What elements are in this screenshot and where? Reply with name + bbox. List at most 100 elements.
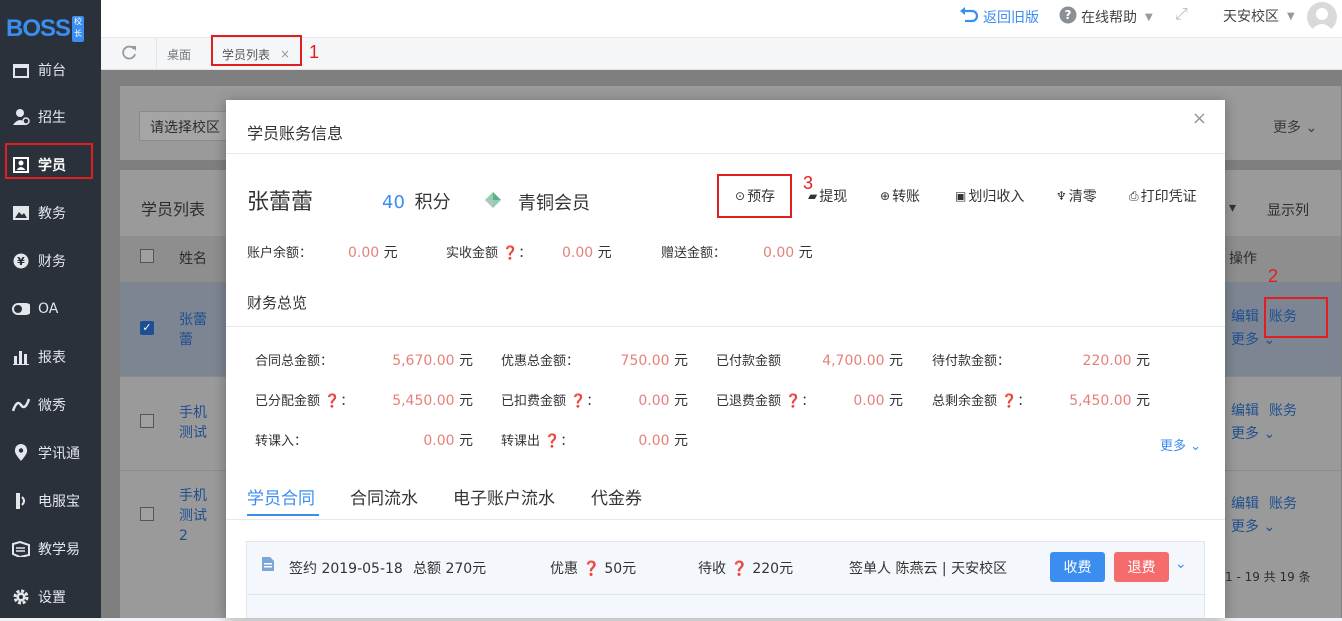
overview-label: 已分配金额 ❓： (255, 394, 354, 409)
avatar[interactable] (1307, 2, 1337, 32)
unit: 元 (674, 433, 688, 449)
help-icon: ❓ (570, 394, 587, 409)
help-icon: ❓ (1001, 394, 1018, 409)
amount: 0.00 (423, 433, 455, 449)
sidebar-item-settings[interactable]: 设置 (0, 573, 101, 621)
sidebar-item-dianfubao[interactable]: 电服宝 (0, 477, 101, 525)
label-text: 转课出 (501, 434, 541, 449)
campus-label: 天安校区 (1223, 9, 1279, 25)
contract-signer: 签单人 陈燕云 | 天安校区 (849, 561, 1008, 577)
annotation-label-2: 2 (1268, 266, 1279, 286)
overview-value: 0.00 元 (819, 390, 903, 410)
row-edit-link[interactable]: 编辑 (1231, 400, 1259, 420)
back-old-version-link[interactable]: 返回旧版 (959, 6, 1039, 28)
tab-e-account-flow[interactable]: 电子账户流水 (453, 484, 555, 509)
overview-value: 5,670.00 元 (389, 350, 473, 370)
sidebar-item-students[interactable]: 学员 (0, 141, 101, 189)
amount: 0.00 (763, 245, 795, 261)
sidebar-item-finance[interactable]: ¥ 财务 (0, 237, 101, 285)
collapse-caret[interactable]: ▾ (1229, 200, 1236, 216)
refund-button[interactable]: 退费 (1114, 552, 1169, 582)
sidebar-item-teaching[interactable]: 教务 (0, 189, 101, 237)
tab-voucher[interactable]: 代金券 (591, 484, 642, 509)
divider (226, 519, 1225, 520)
close-icon[interactable]: × (1192, 108, 1207, 129)
received-value: 0.00 元 (562, 242, 612, 262)
select-all-checkbox[interactable] (140, 249, 154, 263)
amount: 50元 (604, 561, 637, 577)
overview-label: 合同总金额： (255, 354, 334, 369)
chevron-down-icon[interactable]: ⌄ (1175, 556, 1187, 572)
sidebar-item-label: 教学易 (38, 542, 80, 558)
student-name-link[interactable]: 张蕾蕾 (179, 310, 209, 350)
campus-select[interactable]: 请选择校区 (139, 111, 229, 141)
top-bar: 返回旧版 ? 在线帮助 ▼ ⤢ 天安校区 ▼ (101, 0, 1342, 38)
row-checkbox[interactable] (140, 414, 154, 428)
row-more-link[interactable]: 更多 ⌄ (1231, 516, 1275, 536)
column-header-ops: 操作 (1229, 251, 1257, 267)
clear-button[interactable]: ♆ 清零 (1056, 186, 1097, 206)
sidebar-item-enrollment[interactable]: 招生 (0, 93, 101, 141)
tab-student-contract[interactable]: 学员合同 (247, 484, 315, 509)
transfer-button[interactable]: ⊕ 转账 (880, 186, 920, 206)
sidebar-item-label: 招生 (38, 110, 66, 126)
online-help-dropdown[interactable]: ? 在线帮助 ▼ (1059, 6, 1153, 28)
row-edit-link[interactable]: 编辑 (1231, 493, 1259, 513)
label-text: 已扣费金额 (501, 394, 567, 409)
overview-more-link[interactable]: 更多 ⌄ (1160, 435, 1201, 454)
student-name-link[interactable]: 手机测试 (179, 403, 209, 443)
undo-icon (959, 6, 979, 28)
contract-discount: 优惠 ❓ 50元 (550, 558, 636, 578)
contract-pending: 待收 ❓ 220元 (698, 558, 793, 578)
sidebar-item-weixiu[interactable]: 微秀 (0, 381, 101, 429)
sidebar-item-frontdesk[interactable]: 前台 (0, 46, 101, 94)
print-voucher-button[interactable]: ⎙ 打印凭证 (1129, 186, 1197, 206)
refresh-button[interactable] (101, 38, 157, 70)
amount: 0.00 (638, 433, 670, 449)
collect-fee-button[interactable]: 收费 (1050, 552, 1105, 582)
sidebar-item-reports[interactable]: 报表 (0, 333, 101, 381)
sidebar: BOSS 校长 前台 招生 学员 教务 ¥ 财务 OA 报表 微秀 学讯通 电服… (0, 0, 101, 618)
action-label: 打印凭证 (1140, 189, 1197, 205)
student-name-link[interactable]: 手机测试2 (179, 486, 209, 546)
sidebar-item-label: 微秀 (38, 398, 66, 414)
row-edit-link[interactable]: 编辑 (1231, 306, 1259, 326)
fullscreen-icon[interactable]: ⤢ (1175, 4, 1188, 24)
row-account-link[interactable]: 账务 (1269, 493, 1297, 513)
amount: 5,670.00 (392, 353, 455, 369)
calendar-icon (12, 61, 30, 79)
overview-title: 财务总览 (247, 294, 308, 312)
label-text: 待收 (698, 561, 726, 577)
withdraw-button[interactable]: ▰ 提现 (808, 186, 847, 206)
show-columns-button[interactable]: 显示列 (1267, 200, 1309, 220)
transfer-icon: ⊕ (880, 189, 891, 203)
row-checkbox-checked[interactable]: ✓ (140, 321, 154, 335)
overview-value: 0.00 元 (604, 390, 688, 410)
points: 40 积分 (382, 188, 451, 214)
sidebar-item-jiaoxueyi[interactable]: 教学易 (0, 525, 101, 573)
location-icon (12, 444, 30, 462)
row-more-link[interactable]: 更多 ⌄ (1231, 423, 1275, 443)
label-text: 优惠 (550, 561, 578, 577)
row-checkbox[interactable] (140, 507, 154, 521)
filter-more-link[interactable]: 更多 ⌄ (1273, 117, 1317, 137)
amount: 5,450.00 (1069, 393, 1132, 409)
sidebar-item-xuexuntong[interactable]: 学讯通 (0, 429, 101, 477)
tab-contract-flow[interactable]: 合同流水 (350, 484, 418, 509)
label-text: 已分配金额 (255, 394, 321, 409)
balance-label: 账户余额： (247, 246, 313, 261)
amount: 0.00 (853, 393, 885, 409)
campus-dropdown[interactable]: 天安校区 ▼ (1223, 6, 1295, 26)
row-account-link[interactable]: 账务 (1269, 400, 1297, 420)
assign-income-button[interactable]: ▣ 划归收入 (955, 186, 1024, 206)
unit: 元 (1136, 353, 1150, 369)
user-plus-icon (12, 108, 30, 126)
sidebar-item-oa[interactable]: OA (0, 285, 101, 333)
action-label: 转账 (892, 189, 921, 205)
bar-chart-icon (12, 348, 30, 366)
more-label: 更多 (1231, 332, 1259, 348)
sidebar-item-label: 学讯通 (38, 446, 80, 462)
help-icon: ❓ (730, 561, 748, 577)
tab-desktop[interactable]: 桌面 (167, 38, 191, 70)
more-label: 更多 (1273, 120, 1301, 136)
